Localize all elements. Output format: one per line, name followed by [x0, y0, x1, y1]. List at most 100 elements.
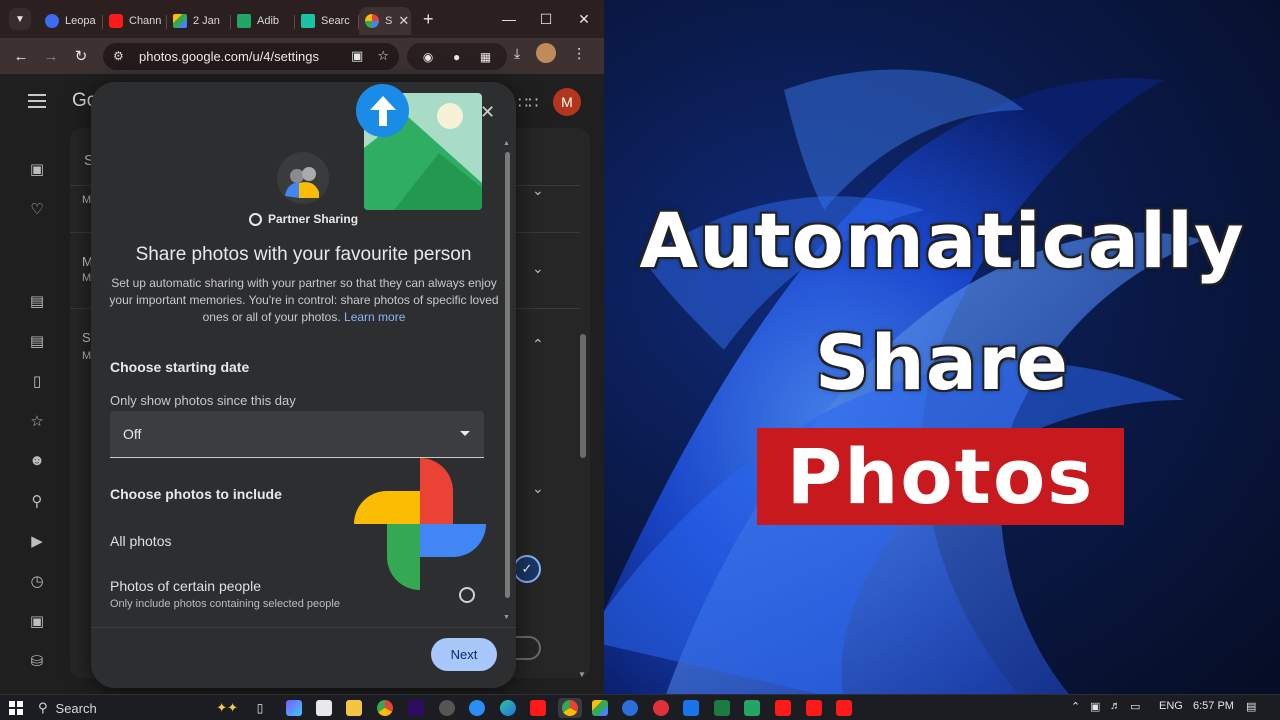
tab-5[interactable]: Searc: [295, 7, 359, 35]
apps-grid-icon[interactable]: ∷∷: [518, 93, 538, 113]
language-indicator[interactable]: ENG: [1159, 700, 1183, 712]
device-icon[interactable]: ▯: [22, 372, 52, 390]
camera-extension-icon[interactable]: ◉: [423, 50, 433, 64]
starting-date-select[interactable]: Off: [110, 411, 484, 458]
headline-photos-banner: Photos: [757, 428, 1124, 525]
close-window-button[interactable]: ✕: [565, 0, 603, 38]
taskbar-search[interactable]: ⚲ Search ✦✦: [32, 697, 244, 719]
tab-1[interactable]: Leopa: [39, 7, 103, 35]
store-icon[interactable]: [314, 698, 334, 718]
photos-nav-icon[interactable]: ▣: [22, 160, 52, 178]
red-app-icon[interactable]: [651, 698, 671, 718]
edge-icon[interactable]: [498, 698, 518, 718]
task-view-icon[interactable]: ▯: [250, 698, 270, 718]
reload-button[interactable]: ↻: [66, 41, 96, 71]
tab-search-button[interactable]: ▼: [9, 8, 31, 30]
chevron-down-icon[interactable]: ⌄: [532, 260, 544, 277]
drive-icon[interactable]: [590, 698, 610, 718]
dialog-scroll-down-icon[interactable]: ▼: [503, 614, 510, 621]
profile-avatar-icon[interactable]: [536, 43, 557, 63]
tab-2[interactable]: Chann: [103, 7, 167, 35]
tab-close-icon[interactable]: ✕: [398, 13, 409, 29]
scroll-down-arrow-icon[interactable]: ▼: [578, 670, 586, 679]
volume-icon[interactable]: ♬: [1110, 700, 1121, 712]
page-scrollbar[interactable]: [580, 334, 586, 458]
archive-icon[interactable]: ▣: [22, 612, 52, 630]
selected-check-icon[interactable]: ✓: [513, 555, 541, 583]
places-pin-icon[interactable]: ⚲: [22, 492, 52, 510]
dialog-title: Share photos with your favourite person: [135, 244, 472, 265]
videos-play-icon[interactable]: ▶: [22, 532, 52, 550]
network-icon[interactable]: ▣: [1090, 700, 1100, 713]
new-tab-button[interactable]: +: [423, 9, 434, 30]
recent-clock-icon[interactable]: ◷: [22, 572, 52, 590]
chevron-up-icon[interactable]: ⌃: [532, 336, 544, 353]
next-button[interactable]: Next: [431, 638, 497, 671]
youtube-icon[interactable]: [834, 698, 854, 718]
notifications-icon[interactable]: ♡: [22, 200, 52, 218]
dialog-scrollbar[interactable]: [505, 152, 510, 598]
close-dialog-icon[interactable]: ✕: [480, 102, 495, 123]
kebab-menu-icon[interactable]: ⋮: [572, 45, 586, 62]
tab-label: S: [385, 15, 393, 27]
download-icon[interactable]: ⤓: [514, 45, 520, 62]
albums-icon[interactable]: ▤: [22, 332, 52, 350]
onedrive-icon[interactable]: [467, 698, 487, 718]
notifications-tray-icon[interactable]: ▤: [1246, 700, 1256, 713]
tab-label: Chann: [129, 15, 162, 27]
chevron-down-icon[interactable]: ⌄: [532, 480, 544, 497]
file-explorer-icon[interactable]: [344, 698, 364, 718]
url-text: photos.google.com/u/4/settings: [139, 49, 319, 64]
account-avatar[interactable]: M: [553, 88, 581, 116]
tab-label: Leopa: [65, 15, 96, 27]
memories-icon[interactable]: ▤: [22, 292, 52, 310]
maximize-button[interactable]: ☐: [527, 0, 565, 38]
learn-more-link[interactable]: Learn more: [344, 310, 405, 324]
site-info-icon[interactable]: ⚙: [113, 49, 129, 65]
premiere-icon[interactable]: [406, 698, 426, 718]
option-all-photos[interactable]: All photos: [110, 533, 171, 549]
tab-favicon: [45, 14, 59, 28]
tab-4[interactable]: Adib: [231, 7, 295, 35]
start-windows-icon[interactable]: [6, 698, 26, 718]
dialog-description: Set up automatic sharing with your partn…: [109, 275, 499, 326]
youtube-studio-icon[interactable]: [773, 698, 793, 718]
forward-button[interactable]: →: [36, 41, 66, 71]
minimize-button[interactable]: —: [490, 0, 528, 38]
extensions-group: ◉ ● ▦: [407, 43, 507, 70]
tab-3[interactable]: 2 Jan: [167, 7, 231, 35]
chrome-icon[interactable]: [375, 698, 395, 718]
app-icon[interactable]: [437, 698, 457, 718]
back-button[interactable]: ←: [6, 41, 36, 71]
chrome-profile-icon[interactable]: [620, 698, 640, 718]
tracker-extension-icon[interactable]: ●: [453, 50, 460, 64]
tray-chevron-up-icon[interactable]: ⌃: [1071, 700, 1080, 713]
youtube-icon[interactable]: [528, 698, 548, 718]
copilot-icon[interactable]: [284, 698, 304, 718]
chevron-down-icon[interactable]: ⌄: [532, 182, 544, 199]
bookmark-star-icon[interactable]: ☆: [377, 48, 389, 64]
outlook-icon[interactable]: [681, 698, 701, 718]
screen: Automatically Share Photos ▼ Leopa Chann…: [0, 0, 1280, 720]
chrome-active-icon[interactable]: [558, 698, 582, 718]
favorites-star-icon[interactable]: ☆: [22, 412, 52, 430]
sync-icon: [249, 212, 262, 226]
main-menu-icon[interactable]: [28, 94, 46, 108]
headline-line-1: Automatically: [639, 196, 1245, 285]
sheets-icon[interactable]: [742, 698, 762, 718]
panel-letter: M: [82, 194, 92, 206]
puzzle-extensions-icon[interactable]: ▦: [480, 50, 491, 64]
option-certain-people[interactable]: Photos of certain people: [110, 578, 261, 594]
youtube-icon[interactable]: [804, 698, 824, 718]
locked-folder-icon[interactable]: ⛁: [22, 652, 52, 670]
clock[interactable]: 6:57 PM: [1193, 700, 1234, 712]
partner-sharing-label: Partner Sharing: [268, 212, 359, 226]
tab-strip: ▼ Leopa Chann 2 Jan Adib Searc S ✕ + — ☐ …: [0, 0, 604, 38]
address-bar[interactable]: ⚙ photos.google.com/u/4/settings ▣ ☆: [103, 43, 399, 70]
excel-icon[interactable]: [712, 698, 732, 718]
install-app-icon[interactable]: ▣: [351, 48, 363, 64]
dialog-scroll-up-icon[interactable]: ▲: [503, 140, 510, 147]
people-icon[interactable]: ☻: [22, 452, 52, 469]
battery-icon[interactable]: ▭: [1130, 700, 1140, 713]
tab-active-photos[interactable]: S ✕: [359, 7, 411, 35]
